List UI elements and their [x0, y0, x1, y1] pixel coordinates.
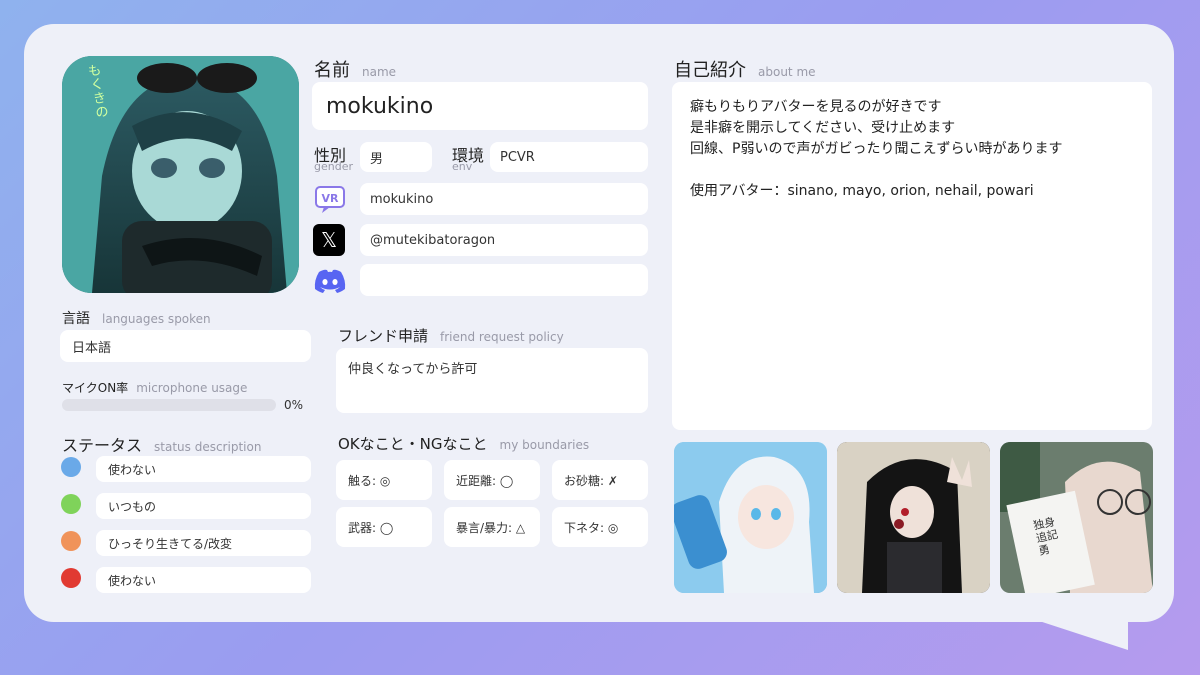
- vrchat-field: mokukino: [360, 183, 648, 215]
- vrchat-icon: VR: [313, 183, 347, 217]
- boundaries-heading: OKなこと・NGなこと my boundaries: [338, 435, 590, 453]
- friend-field: 仲良くなってから許可: [336, 348, 648, 413]
- about-line: [690, 160, 1062, 181]
- friend-value: 仲良くなってから許可: [348, 362, 478, 377]
- status-dot-orange: [61, 531, 81, 551]
- discord-icon: [313, 264, 347, 298]
- gender-value: 男: [370, 151, 384, 167]
- languages-value: 日本語: [72, 340, 112, 356]
- boundary-item: お砂糖: ✗: [552, 460, 648, 500]
- boundary-item: 近距離: ◯: [444, 460, 540, 500]
- x-field: @mutekibatoragon: [360, 224, 648, 256]
- languages-field: 日本語: [60, 330, 311, 362]
- about-text: 癖もりもりアバターを見るのが好きです 是非癖を開示してください、受け止めます 回…: [690, 97, 1062, 202]
- status-dot-green: [61, 494, 81, 514]
- name-value: mokukino: [326, 93, 434, 119]
- avatar-thumbnail-1: [674, 442, 827, 593]
- avatar-thumbnail-2: [837, 442, 990, 593]
- languages-heading: 言語 languages spoken: [62, 311, 211, 327]
- name-heading: 名前 name: [314, 60, 397, 81]
- mic-heading: マイクON率 microphone usage: [62, 381, 248, 395]
- mic-percent: 0%: [284, 398, 304, 412]
- env-sub: env: [452, 160, 473, 173]
- about-field: 癖もりもりアバターを見るのが好きです 是非癖を開示してください、受け止めます 回…: [672, 82, 1152, 430]
- x-value: @mutekibatoragon: [370, 232, 496, 248]
- boundary-item: 武器: ◯: [336, 507, 432, 547]
- profile-avatar: もくきの: [62, 56, 299, 293]
- name-field: mokukino: [312, 82, 648, 130]
- gender-field: 男: [360, 142, 432, 172]
- status-dot-blue: [61, 457, 81, 477]
- vrchat-value: mokukino: [370, 191, 434, 207]
- speech-bubble-tail: [1030, 618, 1128, 650]
- discord-field: [360, 264, 648, 296]
- status-item: ひっそり生きてる/改変: [96, 530, 311, 556]
- boundary-item: 触る: ◎: [336, 460, 432, 500]
- status-dot-red: [61, 568, 81, 588]
- status-item: 使わない: [96, 456, 311, 482]
- boundary-item: 下ネタ: ◎: [552, 507, 648, 547]
- about-line: 是非癖を開示してください、受け止めます: [690, 120, 956, 136]
- about-line: 回線、P弱いので声がガビったり聞こえずらい時があります: [690, 141, 1063, 157]
- status-item: 使わない: [96, 567, 311, 593]
- env-value: PCVR: [500, 149, 535, 165]
- avatar-thumbnail-3: 独身 追記 勇: [1000, 442, 1153, 593]
- mic-progress-bar: [62, 399, 276, 411]
- about-heading: 自己紹介 about me: [674, 60, 816, 81]
- boundary-item: 暴言/暴力: △: [444, 507, 540, 547]
- friend-heading: フレンド申請 friend request policy: [338, 327, 564, 345]
- svg-text:VR: VR: [322, 192, 340, 205]
- about-line: 癖もりもりアバターを見るのが好きです: [690, 99, 942, 115]
- gender-sub: gender: [314, 160, 353, 173]
- status-heading: ステータス status description: [62, 436, 262, 455]
- about-line: 使用アバター：sinano, mayo, orion, nehail, powa…: [690, 183, 1034, 199]
- status-item: いつもの: [96, 493, 311, 519]
- env-field: PCVR: [490, 142, 648, 172]
- x-icon: 𝕏: [313, 224, 345, 256]
